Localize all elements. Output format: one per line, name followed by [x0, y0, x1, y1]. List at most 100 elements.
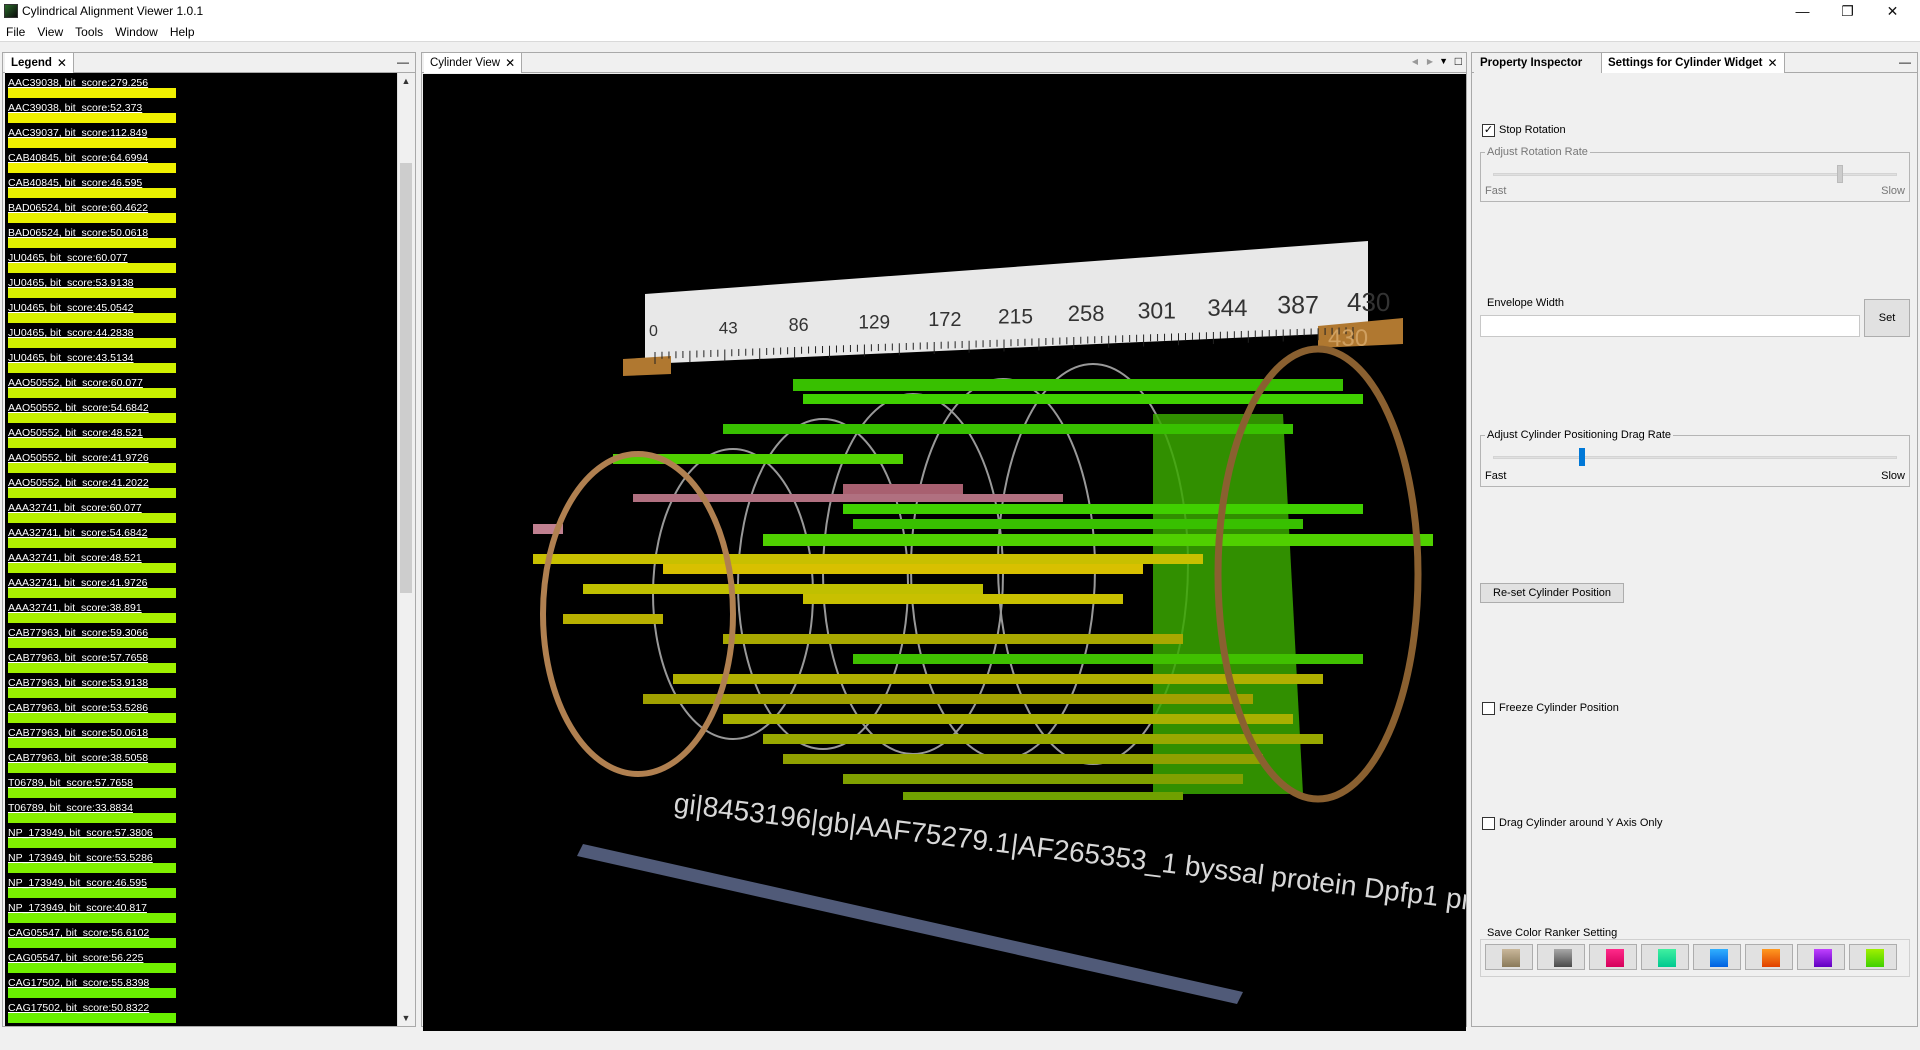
legend-item[interactable]: CAB77963, bit_score:59.3066 [5, 623, 403, 648]
cylinder-3d-scene[interactable]: 0 43 86 129 172 215 258 301 344 387 430 430 gi|845… [423, 74, 1466, 1031]
legend-item[interactable]: AAO50552, bit_score:48.521 [5, 423, 403, 448]
menu-file[interactable]: File [0, 25, 31, 39]
legend-item[interactable]: NP_173949, bit_score:53.5286 [5, 848, 403, 873]
legend-item-label[interactable]: T06789, bit_score:33.8834 [8, 802, 133, 814]
legend-item-label[interactable]: CAB77963, bit_score:38.5058 [8, 752, 148, 764]
legend-item-label[interactable]: BAD06524, bit_score:50.0618 [8, 227, 148, 239]
legend-item[interactable]: JU0465, bit_score:43.5134 [5, 348, 403, 373]
legend-item[interactable]: CAB77963, bit_score:57.7658 [5, 648, 403, 673]
legend-item-label[interactable]: AAO50552, bit_score:41.2022 [8, 477, 149, 489]
legend-item-label[interactable]: AAA32741, bit_score:41.9726 [8, 577, 148, 589]
color-swatch-orange[interactable] [1745, 944, 1793, 970]
legend-item-label[interactable]: NP_173949, bit_score:40.817 [8, 902, 147, 914]
legend-item-label[interactable]: AAO50552, bit_score:48.521 [8, 427, 143, 439]
legend-item[interactable]: AAC39037, bit_score:112.849 [5, 123, 403, 148]
menu-help[interactable]: Help [164, 25, 201, 39]
tab-legend[interactable]: Legend ✕ [5, 53, 74, 73]
drag-y-axis-checkbox[interactable] [1482, 817, 1495, 830]
legend-item[interactable]: AAC39038, bit_score:279.256 [5, 73, 403, 98]
legend-item-label[interactable]: JU0465, bit_score:60.077 [8, 252, 128, 264]
cylinder-canvas[interactable]: 0 43 86 129 172 215 258 301 344 387 430 430 gi|845… [423, 74, 1466, 1031]
reset-cylinder-position-button[interactable]: Re-set Cylinder Position [1480, 583, 1624, 603]
drag-rate-track[interactable] [1493, 456, 1897, 459]
legend-item-label[interactable]: CAG17502, bit_score:50.8322 [8, 1002, 149, 1014]
legend-item-label[interactable]: AAC39038, bit_score:279.256 [8, 77, 148, 89]
envelope-set-button[interactable]: Set [1864, 299, 1910, 337]
legend-item-label[interactable]: AAO50552, bit_score:60.077 [8, 377, 143, 389]
legend-item[interactable]: BAD06524, bit_score:60.4622 [5, 198, 403, 223]
legend-item[interactable]: JU0465, bit_score:53.9138 [5, 273, 403, 298]
color-swatch-gray[interactable] [1537, 944, 1585, 970]
legend-item[interactable]: NP_173949, bit_score:40.817 [5, 898, 403, 923]
freeze-cylinder-checkbox[interactable] [1482, 702, 1495, 715]
color-swatch-tan[interactable] [1485, 944, 1533, 970]
legend-item[interactable]: AAO50552, bit_score:41.9726 [5, 448, 403, 473]
legend-item-label[interactable]: AAA32741, bit_score:48.521 [8, 552, 142, 564]
menu-tools[interactable]: Tools [69, 25, 109, 39]
scroll-left-icon[interactable]: ◀ [1412, 57, 1418, 66]
legend-item-label[interactable]: CAG05547, bit_score:56.225 [8, 952, 143, 964]
menu-window[interactable]: Window [109, 25, 164, 39]
scroll-right-icon[interactable]: ▶ [1427, 57, 1433, 66]
legend-item[interactable]: JU0465, bit_score:44.2838 [5, 323, 403, 348]
scroll-up-icon[interactable]: ▲ [398, 73, 414, 89]
legend-item-label[interactable]: JU0465, bit_score:53.9138 [8, 277, 134, 289]
legend-item[interactable]: CAG05547, bit_score:56.225 [5, 948, 403, 973]
menu-view[interactable]: View [31, 25, 69, 39]
scrollbar-thumb[interactable] [400, 163, 412, 593]
legend-item[interactable]: CAG17502, bit_score:55.8398 [5, 973, 403, 998]
legend-item-label[interactable]: CAB77963, bit_score:59.3066 [8, 627, 148, 639]
legend-item-label[interactable]: NP_173949, bit_score:57.3806 [8, 827, 153, 839]
legend-item[interactable]: CAB40845, bit_score:64.6994 [5, 148, 403, 173]
color-swatch-magenta[interactable] [1589, 944, 1637, 970]
close-window-button[interactable]: ✕ [1870, 0, 1915, 22]
legend-item[interactable]: JU0465, bit_score:60.077 [5, 248, 403, 273]
legend-item[interactable]: AAA32741, bit_score:48.521 [5, 548, 403, 573]
legend-list[interactable]: AAC39038, bit_score:279.256 AAC39038, bit… [5, 73, 403, 1026]
legend-item-label[interactable]: CAB77963, bit_score:50.0618 [8, 727, 148, 739]
close-icon[interactable]: ✕ [505, 56, 515, 70]
legend-item[interactable]: CAG05547, bit_score:56.6102 [5, 923, 403, 948]
legend-item-label[interactable]: T06789, bit_score:57.7658 [8, 777, 133, 789]
tab-cylinder-view[interactable]: Cylinder View ✕ [424, 53, 523, 73]
minimize-window-button[interactable]: — [1780, 0, 1825, 22]
legend-item[interactable]: AAA32741, bit_score:60.077 [5, 498, 403, 523]
minimize-icon[interactable]: — [1899, 55, 1911, 69]
legend-item[interactable]: CAB40845, bit_score:46.595 [5, 173, 403, 198]
legend-item-label[interactable]: CAB77963, bit_score:57.7658 [8, 652, 148, 664]
legend-item[interactable]: AAA32741, bit_score:38.891 [5, 598, 403, 623]
color-swatch-blue[interactable] [1693, 944, 1741, 970]
legend-item-label[interactable]: CAB77963, bit_score:53.9138 [8, 677, 148, 689]
restore-window-button[interactable]: ❐ [1825, 0, 1870, 22]
legend-item-label[interactable]: AAC39037, bit_score:112.849 [8, 127, 147, 139]
legend-item-label[interactable]: AAA32741, bit_score:54.6842 [8, 527, 148, 539]
maximize-icon[interactable]: □ [1455, 54, 1462, 68]
legend-item-label[interactable]: JU0465, bit_score:44.2838 [8, 327, 134, 339]
legend-item-label[interactable]: NP_173949, bit_score:46.595 [8, 877, 147, 889]
legend-item-label[interactable]: CAG05547, bit_score:56.6102 [8, 927, 149, 939]
rotation-rate-slider[interactable] [1837, 165, 1844, 183]
legend-item[interactable]: AAO50552, bit_score:41.2022 [5, 473, 403, 498]
scroll-down-icon[interactable]: ▼ [398, 1010, 414, 1026]
legend-item-label[interactable]: AAO50552, bit_score:41.9726 [8, 452, 149, 464]
legend-item[interactable]: AAO50552, bit_score:54.6842 [5, 398, 403, 423]
tab-settings-cylinder-widget[interactable]: Settings for Cylinder Widget ✕ [1602, 53, 1785, 73]
legend-item[interactable]: AAA32741, bit_score:54.6842 [5, 523, 403, 548]
legend-item-label[interactable]: NP_173949, bit_score:53.5286 [8, 852, 153, 864]
legend-item[interactable]: JU0465, bit_score:45.0542 [5, 298, 403, 323]
envelope-width-input[interactable] [1480, 315, 1860, 337]
legend-item-label[interactable]: AAA32741, bit_score:60.077 [8, 502, 142, 514]
legend-item[interactable]: AAA32741, bit_score:41.9726 [5, 573, 403, 598]
color-swatch-teal[interactable] [1641, 944, 1689, 970]
legend-item-label[interactable]: AAO50552, bit_score:54.6842 [8, 402, 149, 414]
legend-item-label[interactable]: CAG17502, bit_score:55.8398 [8, 977, 149, 989]
drag-rate-slider[interactable] [1578, 448, 1585, 466]
legend-item[interactable]: AAO50552, bit_score:60.077 [5, 373, 403, 398]
legend-item[interactable]: CAB77963, bit_score:53.9138 [5, 673, 403, 698]
legend-item-label[interactable]: JU0465, bit_score:43.5134 [8, 352, 134, 364]
legend-scrollbar[interactable]: ▲ ▼ [397, 73, 413, 1026]
legend-item[interactable]: CAB77963, bit_score:53.5286 [5, 698, 403, 723]
color-swatch-lime[interactable] [1849, 944, 1897, 970]
legend-item-label[interactable]: AAC39038, bit_score:52.373 [8, 102, 142, 114]
close-icon[interactable]: ✕ [57, 56, 67, 70]
